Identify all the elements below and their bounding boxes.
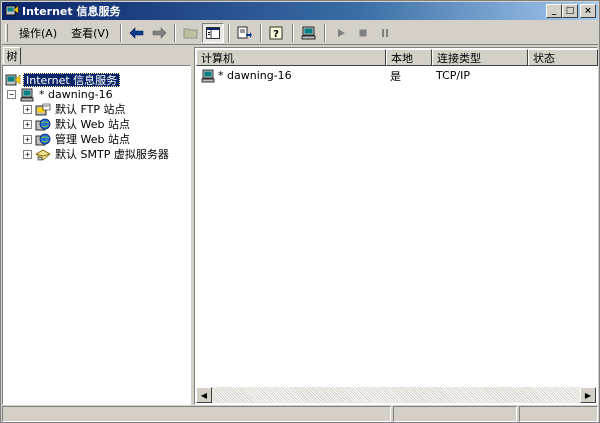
window-controls: _ □ × [546,4,596,18]
tree-node-label: 默认 SMTP 虚拟服务器 [55,147,169,161]
toolbar-separator [228,23,231,42]
column-header-local[interactable]: 本地 [386,49,432,66]
toolbar-separator [260,23,263,42]
maximize-button[interactable]: □ [562,4,578,18]
iis-app-icon[interactable] [5,4,19,18]
status-panel-main [2,406,391,422]
start-button[interactable] [330,23,352,43]
tree-node-admin-web-site[interactable]: + 管理 Web 站点 [23,132,132,147]
back-button[interactable] [126,23,148,43]
window-title: Internet 信息服务 [22,5,121,18]
cell-connection-type: TCP/IP [436,69,470,82]
tree-pane[interactable]: Internet 信息服务 − * dawning-16 + 默认 FTP 站点… [2,65,191,405]
tree-node-label: Internet 信息服务 [23,72,121,87]
cell-local: 是 [390,69,401,83]
column-header-status[interactable]: 状态 [528,49,598,66]
tree-node-label: 默认 FTP 站点 [55,102,126,116]
toolbar-separator [292,23,295,42]
status-panel-tertiary [519,406,598,422]
list-item[interactable]: * dawning-16 是 TCP/IP [196,68,598,83]
tree-node-label: 管理 Web 站点 [55,132,130,146]
app-window: Internet 信息服务 _ □ × 操作(A) 查看(V) ? 树 Inte… [0,0,600,423]
menu-view[interactable]: 查看(V) [64,24,116,42]
tree-node-computer[interactable]: − * dawning-16 [7,87,115,102]
play-icon [338,28,346,37]
show-hide-tree-icon [206,26,221,39]
toolbar-separator [174,23,177,42]
column-header-computer[interactable]: 计算机 [196,49,386,66]
svg-text:?: ? [273,29,279,40]
connect-computer-button[interactable] [298,23,320,43]
title-bar[interactable]: Internet 信息服务 _ □ × [2,2,598,20]
scroll-left-button[interactable]: ◀ [196,387,212,403]
tree-node-default-web-site[interactable]: + 默认 Web 站点 [23,117,132,132]
help-icon: ? [269,26,283,40]
collapse-toggle[interactable]: − [7,90,16,99]
scroll-track[interactable] [212,387,580,403]
expand-toggle[interactable]: + [23,135,32,144]
toolbar-separator [120,23,123,42]
toolbar-separator [324,23,327,42]
close-button[interactable]: × [580,4,596,18]
menu-action[interactable]: 操作(A) [12,24,64,42]
menu-toolbar: 操作(A) 查看(V) ? [2,21,598,45]
up-level-button[interactable] [180,23,202,43]
pause-button[interactable] [374,23,396,43]
tree-node-label: * dawning-16 [39,87,113,101]
export-list-button[interactable] [234,23,256,43]
scroll-right-button[interactable]: ▶ [580,387,596,403]
computer-icon [19,88,35,102]
column-header-connection-type[interactable]: 连接类型 [432,49,528,66]
iis-icon [5,73,21,87]
computer-icon [200,69,216,83]
ftp-site-icon [35,103,51,117]
help-button[interactable]: ? [266,23,288,43]
tree-node-smtp-server[interactable]: + 默认 SMTP 虚拟服务器 [23,147,171,162]
horizontal-scrollbar[interactable]: ◀ ▶ [196,387,596,403]
stop-button[interactable] [352,23,374,43]
tree-node-ftp-site[interactable]: + 默认 FTP 站点 [23,102,127,117]
status-bar [2,406,598,422]
up-folder-icon [183,28,198,38]
toolbar-grip[interactable] [5,23,8,42]
expand-toggle[interactable]: + [23,105,32,114]
back-arrow-icon [129,26,144,39]
tree-node-iis-root[interactable]: Internet 信息服务 [5,72,121,87]
cell-computer: * dawning-16 [196,69,386,83]
forward-arrow-icon [152,26,167,39]
expand-toggle[interactable]: + [23,150,32,159]
forward-button[interactable] [148,23,170,43]
list-pane[interactable]: 计算机 本地 连接类型 状态 * dawning-16 是 TCP/IP ◀ ▶ [194,47,598,405]
smtp-server-icon [35,148,51,162]
show-hide-tree-button[interactable] [202,22,225,43]
tab-tree[interactable]: 树 [3,47,21,65]
minimize-button[interactable]: _ [546,4,562,18]
stop-icon [359,29,367,36]
tree-node-label: 默认 Web 站点 [55,117,130,131]
pause-icon [382,28,389,37]
computer-name: * dawning-16 [218,69,292,82]
computer-icon [301,26,316,39]
expand-toggle[interactable]: + [23,120,32,129]
list-header: 计算机 本地 连接类型 状态 [196,49,598,66]
web-site-icon [35,118,51,132]
status-panel-secondary [393,406,517,422]
export-list-icon [237,26,253,38]
web-site-icon [35,133,51,147]
